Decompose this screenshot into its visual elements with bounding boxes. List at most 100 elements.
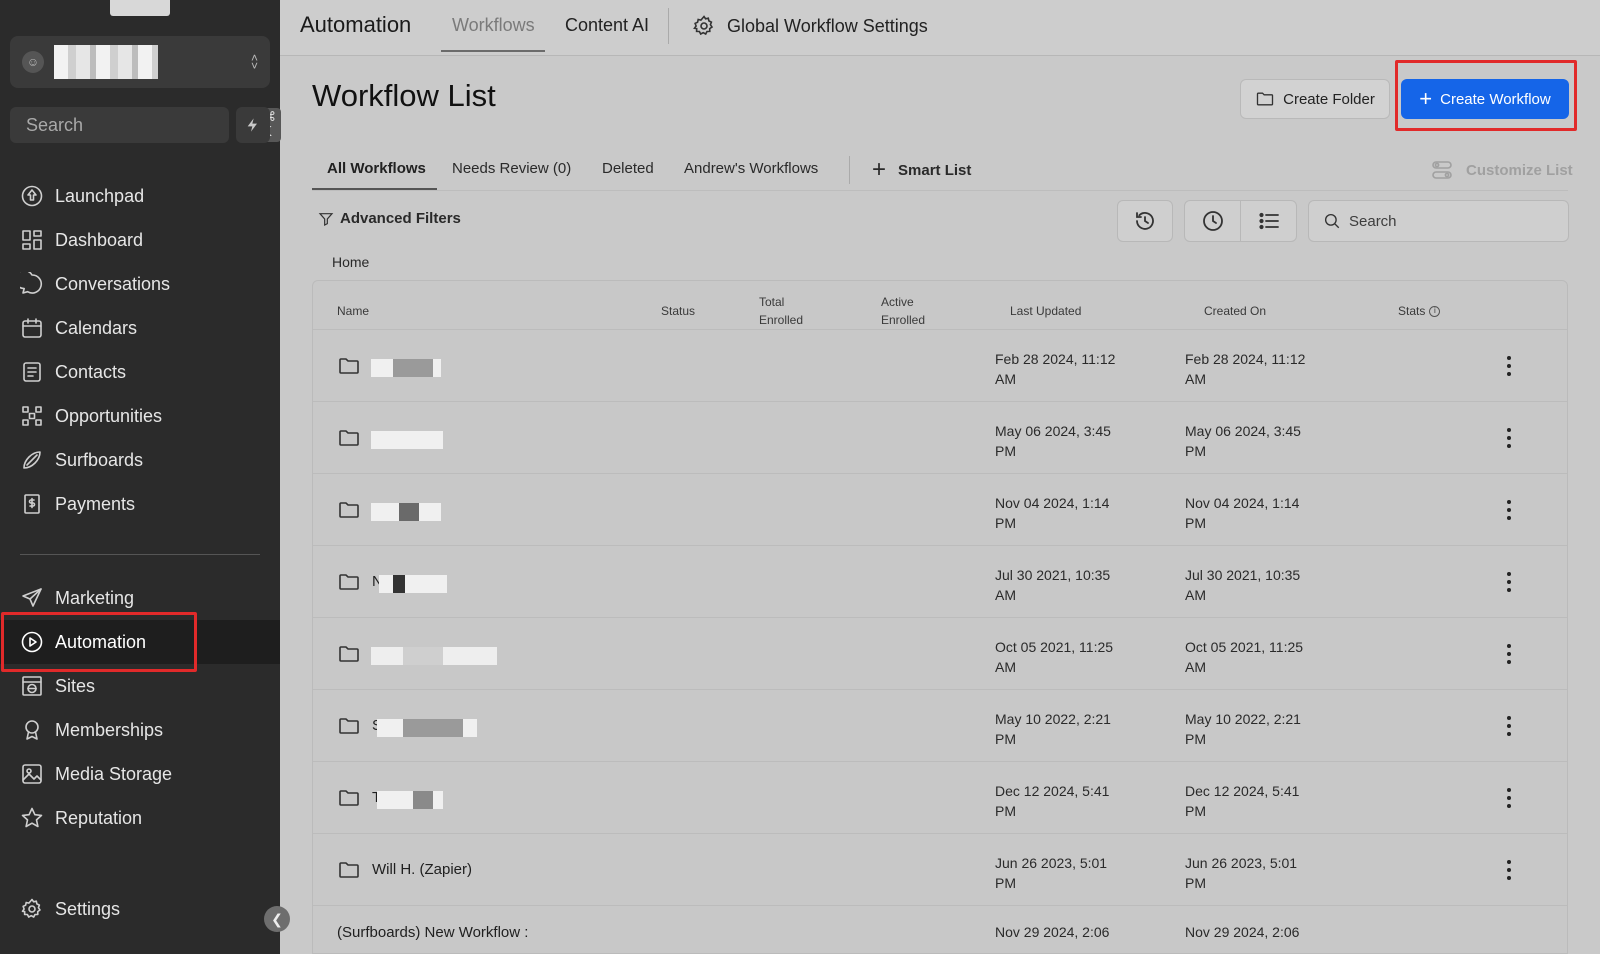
sidebar-collapse-button[interactable]: ❮	[264, 906, 290, 932]
row-actions-menu-icon[interactable]	[1499, 498, 1519, 522]
column-header-last-updated[interactable]: Last Updated	[1010, 302, 1081, 320]
tab-all-workflows[interactable]: All Workflows	[327, 160, 426, 177]
table-row[interactable]: T teningDec 12 2024, 5:41PMDec 12 2024, …	[313, 761, 1567, 833]
sidebar-item-label: Memberships	[55, 719, 164, 740]
row-created-on: Nov 04 2024, 1:14 PM	[1185, 493, 1335, 533]
create-folder-button[interactable]: Create Folder	[1240, 79, 1390, 119]
sidebar-item-settings[interactable]: Settings	[0, 887, 280, 931]
gear-icon	[21, 898, 41, 918]
date-line: AM	[1185, 587, 1206, 603]
folder-icon	[339, 718, 359, 734]
row-actions-menu-icon[interactable]	[1499, 570, 1519, 594]
redacted-block	[393, 575, 405, 593]
create-workflow-button[interactable]: + Create Workflow	[1401, 79, 1569, 119]
column-header-created-on[interactable]: Created On	[1204, 302, 1266, 320]
tab-workflows[interactable]: Workflows	[452, 15, 535, 36]
date-line: AM	[995, 371, 1016, 387]
redacted-block	[379, 575, 447, 593]
sidebar-item-payments[interactable]: Payments	[0, 482, 280, 526]
row-last-updated: Dec 12 2024, 5:41 PM	[995, 781, 1145, 821]
row-actions-menu-icon[interactable]	[1499, 714, 1519, 738]
sidebar-item-marketing[interactable]: Marketing	[0, 576, 280, 620]
tab-needs-review[interactable]: Needs Review (0)	[452, 160, 571, 177]
advanced-filters-button[interactable]: Advanced Filters	[318, 210, 461, 227]
table-row[interactable]: e DemoOct 05 2021, 11:25AMOct 05 2021, 1…	[313, 617, 1567, 689]
sidebar-item-media-storage[interactable]: Media Storage	[0, 752, 280, 796]
account-switcher[interactable]: ☺ ˄ ˅	[10, 36, 270, 88]
history-button[interactable]	[1117, 200, 1173, 242]
sidebar-item-surfboards[interactable]: Surfboards	[0, 438, 280, 482]
sidebar-item-memberships[interactable]: Memberships	[0, 708, 280, 752]
date-line: PM	[995, 443, 1016, 459]
clock-icon	[1202, 211, 1223, 231]
quick-action-button[interactable]	[236, 107, 270, 143]
sidebar-item-sites[interactable]: Sites	[0, 664, 280, 708]
sidebar-item-conversations[interactable]: Conversations	[0, 262, 280, 306]
sidebar-item-label: Launchpad	[55, 185, 145, 206]
table-row[interactable]: Will H. (Zapier) Jun 26 2023, 5:01 PM Jun 2…	[313, 833, 1567, 905]
date-line: May 10 2022, 2:21	[995, 711, 1111, 727]
global-workflow-settings-link[interactable]: Global Workflow Settings	[692, 14, 928, 38]
workflow-table: Name Status Total Enrolled Active Enroll…	[312, 280, 1568, 954]
column-header-total-enrolled[interactable]: Total Enrolled	[759, 293, 803, 329]
folder-icon	[339, 646, 359, 662]
sidebar-item-automation[interactable]: Automation	[0, 620, 280, 664]
contacts-icon	[23, 362, 41, 382]
folder-icon	[339, 862, 359, 878]
table-row[interactable]: Nov 04 2024, 1:14 PM Nov 04 2024, 1:14 PM	[313, 473, 1567, 545]
chevron-left-icon: ❮	[271, 910, 283, 927]
header-line: Enrolled	[759, 313, 804, 327]
row-actions-menu-icon[interactable]	[1499, 354, 1519, 378]
date-line: PM	[1185, 515, 1206, 531]
table-row[interactable]: S n DemoMay 10 2022, 2:21PMMay 10 2022, …	[313, 689, 1567, 761]
tab-content-ai[interactable]: Content AI	[565, 15, 649, 36]
date-line: May 06 2024, 3:45	[995, 423, 1111, 439]
row-last-updated: Nov 04 2024, 1:14 PM	[995, 493, 1145, 533]
table-row[interactable]: N tionsJul 30 2021, 10:35AMJul 30 2021, …	[313, 545, 1567, 617]
date-line: Oct 05 2021, 11:25	[1185, 639, 1304, 655]
tab-deleted[interactable]: Deleted	[602, 160, 654, 177]
row-actions-menu-icon[interactable]	[1499, 642, 1519, 666]
row-last-updated: Jun 26 2023, 5:01 PM	[995, 853, 1145, 893]
workflow-search[interactable]	[1308, 200, 1569, 242]
column-header-status[interactable]: Status	[661, 302, 695, 320]
customize-list-button[interactable]: Customize List	[1430, 158, 1573, 182]
column-header-active-enrolled[interactable]: Active Enrolled	[881, 293, 925, 329]
recent-button[interactable]	[1184, 200, 1241, 242]
row-name[interactable]: (Surfboards) New Workflow :	[337, 924, 528, 941]
account-avatar-icon: ☺	[22, 51, 44, 73]
sidebar-item-dashboard[interactable]: Dashboard	[0, 218, 280, 262]
sidebar-search-input[interactable]	[26, 114, 258, 136]
sidebar-item-opportunities[interactable]: Opportunities	[0, 394, 280, 438]
column-header-stats[interactable]: Stats i	[1398, 302, 1441, 320]
date-line: May 06 2024, 3:45	[1185, 423, 1301, 439]
add-smart-list-button[interactable]: + Smart List	[872, 158, 971, 182]
redacted-block	[413, 791, 433, 809]
row-created-on: Nov 29 2024, 2:06	[1185, 922, 1335, 942]
sidebar-item-reputation[interactable]: Reputation	[0, 796, 280, 840]
row-actions-menu-icon[interactable]	[1499, 858, 1519, 882]
column-header-name[interactable]: Name	[337, 302, 369, 320]
table-row[interactable]: WorkflowsMay 06 2024, 3:45PMMay 06 2024,…	[313, 401, 1567, 473]
table-row[interactable]: (Surfboards) New Workflow : Nov 29 2024, …	[313, 905, 1567, 953]
date-line: AM	[1185, 371, 1206, 387]
sidebar-item-label: Media Storage	[55, 763, 173, 784]
row-actions-menu-icon[interactable]	[1499, 426, 1519, 450]
lightning-icon	[247, 118, 257, 132]
sidebar-item-calendars[interactable]: Calendars	[0, 306, 280, 350]
workflow-search-input[interactable]	[1349, 212, 1554, 230]
row-last-updated: Oct 05 2021, 11:25 AM	[995, 637, 1145, 677]
sidebar-item-launchpad[interactable]: Launchpad	[0, 174, 280, 218]
tab-andrews-workflows[interactable]: Andrew's Workflows	[684, 160, 818, 177]
row-actions-menu-icon[interactable]	[1499, 786, 1519, 810]
sidebar-item-contacts[interactable]: Contacts	[0, 350, 280, 394]
toggles-icon	[1432, 161, 1452, 179]
breadcrumb[interactable]: Home	[332, 254, 369, 270]
folder-icon	[339, 790, 359, 806]
list-view-button[interactable]	[1240, 200, 1297, 242]
row-last-updated: Jul 30 2021, 10:35 AM	[995, 565, 1145, 605]
date-line: Nov 04 2024, 1:14	[1185, 495, 1300, 511]
sidebar-search[interactable]: ⌘ K	[10, 107, 281, 143]
row-name[interactable]: Will H. (Zapier)	[372, 861, 472, 878]
table-row[interactable]: 2 leaningFeb 28 2024, 11:12AMFeb 28 2024…	[313, 329, 1567, 401]
